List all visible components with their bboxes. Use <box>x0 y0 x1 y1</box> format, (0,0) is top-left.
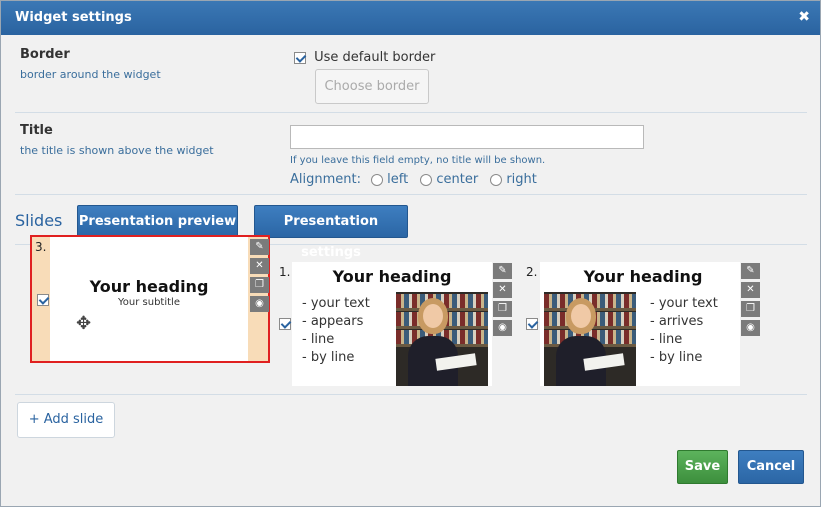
slide-bullet: - by line <box>302 350 355 365</box>
alignment-right-label: right <box>506 172 537 187</box>
slide-tools: ✎ ✕ ❐ ◉ <box>493 263 512 339</box>
slide-visible-checkbox[interactable] <box>526 318 538 330</box>
alignment-center-label: center <box>436 172 479 187</box>
copy-icon[interactable]: ❐ <box>250 277 269 293</box>
delete-icon[interactable]: ✕ <box>493 282 512 298</box>
student-photo <box>396 292 488 386</box>
use-default-border-option[interactable]: Use default border <box>294 50 435 65</box>
slide-tools: ✎ ✕ ❐ ◉ <box>741 263 760 339</box>
presentation-settings-button[interactable]: Presentation settings <box>254 205 408 260</box>
delete-icon[interactable]: ✕ <box>250 258 269 274</box>
edit-icon[interactable]: ✎ <box>250 239 269 255</box>
dialog-title: Widget settings <box>15 10 132 25</box>
slide-visible-checkbox[interactable] <box>37 294 49 306</box>
slide-heading: Your heading <box>332 267 452 286</box>
eye-icon[interactable]: ◉ <box>741 320 760 336</box>
divider <box>15 112 807 113</box>
close-icon[interactable]: ✖ <box>798 9 810 25</box>
slide-heading: Your heading <box>583 267 703 286</box>
presentation-preview-button[interactable]: Presentation preview <box>77 205 238 238</box>
slide-bullet: - line <box>650 332 683 347</box>
title-section-title: Title <box>20 123 53 138</box>
edit-icon[interactable]: ✎ <box>741 263 760 279</box>
alignment-group: Alignment: left center right <box>290 172 537 187</box>
title-hint: If you leave this field empty, no title … <box>290 155 546 166</box>
move-icon[interactable]: ✥ <box>76 313 91 334</box>
alignment-center-option[interactable]: center <box>420 172 478 187</box>
slide-number: 3. <box>35 240 47 254</box>
slide-heading: Your heading <box>89 277 209 296</box>
divider <box>15 394 807 395</box>
use-default-border-label: Use default border <box>314 50 436 65</box>
copy-icon[interactable]: ❐ <box>741 301 760 317</box>
slide-number: 2. <box>526 265 538 279</box>
alignment-right-option[interactable]: right <box>490 172 537 187</box>
alignment-label: Alignment: <box>290 172 361 187</box>
divider <box>15 194 807 195</box>
slide-bullet: - by line <box>650 350 703 365</box>
slide-bullet: - appears <box>302 314 364 329</box>
use-default-border-checkbox[interactable] <box>294 51 306 64</box>
slide-number: 1. <box>279 265 291 279</box>
slide-tools: ✎ ✕ ❐ ◉ <box>250 239 269 315</box>
edit-icon[interactable]: ✎ <box>493 263 512 279</box>
slide-bullet: - line <box>302 332 335 347</box>
slide-subtitle: Your subtitle <box>118 297 180 308</box>
alignment-right-radio[interactable] <box>490 173 503 186</box>
slide-bullet: - arrives <box>650 314 704 329</box>
delete-icon[interactable]: ✕ <box>741 282 760 298</box>
save-button[interactable]: Save <box>677 450 728 484</box>
alignment-left-label: left <box>387 172 409 187</box>
border-section-title: Border <box>20 47 70 62</box>
border-section-description: border around the widget <box>20 68 161 81</box>
student-photo <box>544 292 636 386</box>
slide-bullets: - your text - appears - line - by line <box>302 295 370 367</box>
widget-settings-dialog: Widget settings ✖ Border border around t… <box>0 0 821 507</box>
slide-thumbnail[interactable]: Your heading - your text - arrives - lin… <box>540 262 740 386</box>
slide-visible-checkbox[interactable] <box>279 318 291 330</box>
dialog-titlebar: Widget settings ✖ <box>1 1 820 35</box>
slide-bullets: - your text - arrives - line - by line <box>650 295 718 367</box>
slides-section-title: Slides <box>15 211 63 230</box>
choose-border-button[interactable]: Choose border <box>315 69 429 104</box>
slide-bullet: - your text <box>650 296 718 311</box>
add-slide-button[interactable]: + Add slide <box>17 402 115 438</box>
alignment-left-radio[interactable] <box>371 173 384 186</box>
eye-icon[interactable]: ◉ <box>250 296 269 312</box>
slide-thumbnail[interactable]: Your heading Your subtitle ✥ <box>50 237 248 361</box>
eye-icon[interactable]: ◉ <box>493 320 512 336</box>
slide-card-selected[interactable]: 3. Your heading Your subtitle ✥ ✎ ✕ ❐ ◉ <box>30 235 270 363</box>
title-input[interactable] <box>290 125 644 149</box>
slide-bullet: - your text <box>302 296 370 311</box>
title-section-description: the title is shown above the widget <box>20 144 214 157</box>
copy-icon[interactable]: ❐ <box>493 301 512 317</box>
alignment-center-radio[interactable] <box>420 173 433 186</box>
slide-thumbnail[interactable]: Your heading - your text - appears - lin… <box>292 262 492 386</box>
cancel-button[interactable]: Cancel <box>738 450 804 484</box>
alignment-left-option[interactable]: left <box>371 172 408 187</box>
